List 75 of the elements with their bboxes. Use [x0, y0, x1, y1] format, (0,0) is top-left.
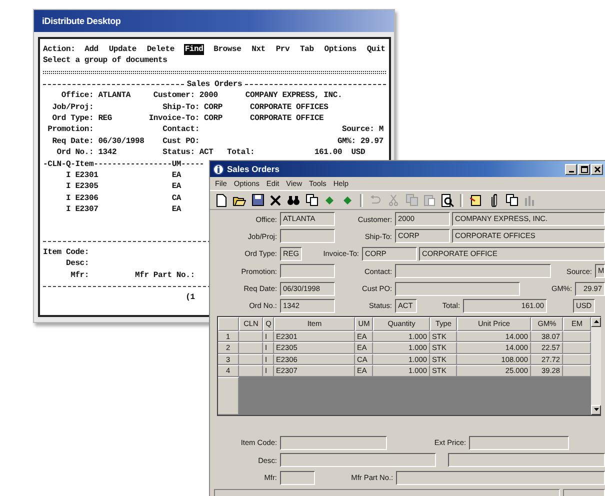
input-field[interactable]	[280, 436, 387, 450]
down-arrow-icon	[594, 408, 598, 412]
scroll-up-button[interactable]	[591, 316, 601, 327]
input-field[interactable]	[395, 264, 551, 278]
action-label: Action:	[43, 44, 76, 56]
note-icon	[470, 194, 482, 206]
terminal-line: Ord Type: REG Invoice-To: CORP CORPORATE OFFICE	[51, 113, 324, 124]
field-label-line: Item Code:	[43, 246, 90, 258]
magnifier-page-icon	[441, 194, 454, 206]
preview-button[interactable]	[440, 192, 455, 208]
scissors-icon	[389, 194, 398, 206]
menu-command[interactable]: Delete	[146, 44, 176, 56]
paperclip-icon	[490, 194, 496, 206]
input-field[interactable]	[280, 470, 315, 485]
column-header-line: -CLN-Q-Item-----------------UM-----	[43, 158, 204, 170]
menu-command[interactable]: Nxt	[250, 44, 266, 56]
menu-command[interactable]: Options	[323, 44, 358, 56]
window-title: iDistribute Desktop	[42, 16, 121, 26]
table-cell	[239, 342, 263, 354]
table-cell	[239, 330, 263, 342]
prompt-text: Select a group of documents	[43, 55, 168, 67]
terminal-line: Office: ATLANTA Customer: 2000 COMPANY EXPRESS, INC.	[60, 90, 342, 102]
section-title: Sales Orders	[186, 78, 242, 90]
table-cell	[239, 354, 263, 366]
minimize-button[interactable]	[565, 164, 577, 174]
field-label-line: Desc:	[65, 258, 90, 270]
terminal-line: Req Date: 06/30/1998 Cust PO: GM%: 29.97	[51, 136, 384, 148]
menu-command[interactable]: Find	[184, 44, 204, 56]
app-icon	[213, 164, 224, 174]
save-button[interactable]	[250, 192, 265, 208]
pages-icon	[506, 194, 518, 206]
binoculars-icon	[287, 194, 300, 206]
note-button[interactable]	[468, 192, 483, 208]
item-line: I E2306 CA	[65, 192, 182, 204]
delete-button[interactable]	[268, 192, 283, 208]
input-field[interactable]	[469, 436, 569, 450]
item-line: I E2301 EA	[65, 170, 182, 182]
close-icon	[594, 166, 600, 172]
pages-icon	[306, 194, 318, 206]
terminal-line: Promotion: Contact: Source: M	[46, 124, 384, 136]
menu-command[interactable]: Browse	[212, 44, 242, 56]
input-field[interactable]	[280, 229, 335, 244]
maximize-button[interactable]	[578, 164, 590, 174]
window-title: Sales Orders	[227, 164, 280, 174]
menu-command[interactable]: Tab	[299, 44, 315, 56]
cross-icon	[270, 194, 281, 206]
maximize-icon	[580, 166, 588, 172]
folder-icon	[233, 194, 246, 206]
menu-command[interactable]: Update	[108, 44, 138, 56]
up-arrow-icon	[594, 320, 598, 324]
new-button[interactable]	[214, 192, 229, 208]
input-field[interactable]	[395, 282, 520, 296]
input-field[interactable]	[280, 264, 335, 278]
clipboard-icon	[424, 194, 435, 206]
close-button[interactable]	[591, 164, 603, 174]
terminal-line: Ord No.: 1342 Status: ACT Total: 161.00 USD	[56, 147, 366, 159]
menu-command[interactable]: Quit	[366, 44, 386, 56]
input-field[interactable]	[396, 470, 605, 485]
item-line: I E2307 EA	[65, 204, 182, 216]
menu-command[interactable]: Prv	[274, 44, 291, 56]
copy-button[interactable]	[504, 192, 519, 208]
pages-icon	[406, 194, 418, 206]
copy-button[interactable]	[304, 192, 319, 208]
field-label-line: Mfr: Mfr Part No.:	[70, 270, 195, 281]
undo-arrow-icon	[370, 195, 381, 205]
grid-corner-cell	[218, 316, 239, 331]
input-field[interactable]	[448, 453, 605, 468]
item-line: I E2305 EA	[65, 181, 182, 193]
page-indicator: (1	[184, 292, 195, 304]
bar-chart-icon	[524, 194, 535, 206]
input-field[interactable]	[280, 453, 436, 468]
blank-page-icon	[216, 194, 227, 206]
menu-command[interactable]: Add	[84, 44, 100, 56]
terminal-line: Job/Proj: Ship-To: CORP CORPORATE OFFICES	[51, 102, 328, 114]
scroll-down-button[interactable]	[591, 404, 601, 415]
